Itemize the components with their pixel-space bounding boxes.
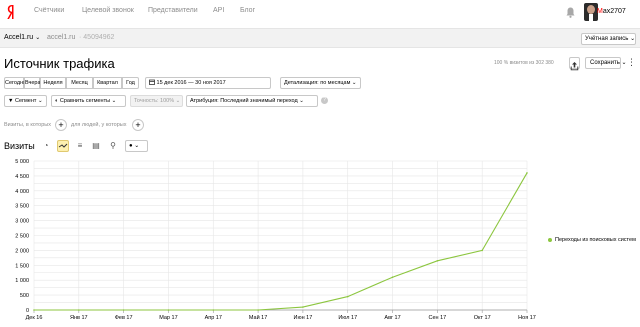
period-month[interactable]: Месяц	[66, 77, 93, 89]
map-pin-icon[interactable]: ⚲	[107, 140, 119, 152]
data-point[interactable]	[391, 276, 394, 279]
data-point[interactable]	[33, 309, 35, 311]
y-tick-label: 0	[26, 308, 29, 314]
y-tick-label: 500	[20, 293, 29, 299]
accuracy-dropdown[interactable]: Точность: 100% ⌄	[130, 95, 183, 107]
y-tick-label: 2 500	[15, 234, 29, 240]
y-tick-label: 1 500	[15, 263, 29, 269]
data-point[interactable]	[78, 309, 80, 311]
x-tick-label: Июл 17	[338, 315, 357, 321]
legend-dot	[548, 237, 552, 242]
nav-link-blog[interactable]: Блог	[240, 7, 255, 14]
compare-segments-button[interactable]: ◐ Сравнить сегменты ⌄	[51, 95, 126, 107]
x-tick-label: Апр 17	[205, 315, 222, 321]
x-tick-label: Сен 17	[429, 315, 447, 321]
data-point[interactable]	[526, 172, 528, 174]
counter-bar: Accel1.ru ⌄ accel1.ru · 45094962 Учётная …	[0, 28, 640, 48]
chevron-down-icon: ⌄	[630, 36, 636, 42]
series-line[interactable]	[34, 172, 528, 311]
y-tick-label: 5 000	[15, 159, 29, 165]
y-tick-label: 3 500	[15, 204, 29, 210]
calendar-icon	[149, 79, 155, 85]
filter-visits-label: Визиты, в которых	[4, 122, 51, 128]
add-people-filter-button[interactable]: +	[132, 119, 144, 131]
line-chart-icon[interactable]	[57, 140, 69, 152]
upload-icon	[570, 62, 579, 71]
stacked-area-icon[interactable]: ≡	[74, 140, 86, 152]
x-tick-label: Ноя 17	[518, 315, 536, 321]
period-yesterday[interactable]: Вчера	[24, 77, 41, 89]
chevron-down-icon: ⌄	[134, 143, 140, 149]
help-icon[interactable]: ?	[321, 97, 328, 104]
nav-link-counters[interactable]: Счётчики	[34, 7, 64, 14]
data-point[interactable]	[212, 309, 215, 311]
compare-icon: ◐	[55, 98, 59, 104]
counter-selector[interactable]: Accel1.ru ⌄	[4, 34, 40, 41]
more-options-icon[interactable]: ⋮	[627, 57, 636, 69]
nav-link-api[interactable]: API	[213, 7, 224, 14]
chevron-down-icon: ⌄	[37, 98, 43, 104]
export-button[interactable]	[569, 57, 580, 71]
filter-people-label: для людей, у которых	[71, 122, 127, 128]
x-tick-label: Мар 17	[159, 315, 177, 321]
visits-line-chart: 0 500 1 000 1 500 2 000 2 500 3 000 3 500 4 000 4…	[15, 159, 536, 321]
x-tick-label: Июн 17	[294, 315, 313, 321]
visits-summary: 100 % визитов из 302 380	[494, 60, 554, 66]
detail-dropdown[interactable]: Детализация: по месяцам ⌄	[280, 77, 361, 89]
bell-icon[interactable]	[566, 7, 575, 18]
data-point[interactable]	[257, 309, 259, 311]
chevron-down-icon: ⌄	[621, 60, 627, 66]
user-avatar[interactable]	[584, 3, 598, 21]
chevron-down-icon: ⌄	[351, 80, 357, 86]
yandex-logo-icon[interactable]	[6, 4, 16, 20]
add-visit-filter-button[interactable]: +	[55, 119, 67, 131]
legend-item[interactable]: Переходы из поисковых систем	[548, 237, 636, 243]
data-point[interactable]	[436, 260, 439, 262]
x-tick-label: Дек 16	[26, 315, 43, 321]
period-quarter[interactable]: Квартал	[93, 77, 122, 89]
data-point[interactable]	[481, 249, 483, 252]
counter-id: · 45094962	[79, 34, 115, 41]
date-range-picker[interactable]: 15 дек 2016 — 30 ноя 2017	[145, 77, 271, 89]
period-year[interactable]: Год	[122, 77, 139, 89]
data-point[interactable]	[167, 309, 170, 311]
chevron-down-icon: ⌄	[35, 35, 41, 41]
chevron-down-icon: ⌄	[299, 98, 304, 104]
x-tick-label: Окт 17	[474, 315, 491, 321]
funnel-icon: ▼	[8, 98, 14, 104]
chevron-down-icon: ⌄	[111, 98, 117, 104]
period-today[interactable]: Сегодня	[4, 77, 26, 89]
x-tick-label: Май 17	[249, 314, 267, 321]
account-button[interactable]: Учётная запись ⌄	[581, 33, 636, 45]
line-graph-icon	[58, 143, 68, 148]
pie-chart-icon[interactable]: ◔	[40, 140, 52, 152]
attribution-dropdown[interactable]: Атрибуция: Последний значимый переход ⌄	[186, 95, 318, 107]
y-tick-label: 1 000	[15, 278, 29, 284]
page-title: Источник трафика	[4, 56, 115, 71]
user-name[interactable]: Max2707	[597, 8, 626, 15]
chart-metric-dropdown[interactable]: ● ⌄	[125, 140, 148, 152]
bar-chart-icon[interactable]: ▤	[90, 140, 102, 152]
x-tick-label: Фев 17	[115, 315, 133, 321]
y-tick-label: 2 000	[15, 248, 29, 254]
x-tick-label: Янв 17	[70, 315, 88, 321]
speech-bubble-icon: ●	[129, 143, 133, 149]
segment-button[interactable]: ▼ Сегмент ⌄	[4, 95, 47, 107]
chevron-down-icon: ⌄	[175, 98, 181, 104]
y-tick-label: 4 000	[15, 189, 29, 195]
save-button[interactable]: Сохранить ⌄	[585, 57, 627, 69]
data-point[interactable]	[302, 306, 304, 308]
chart-title: Визиты	[4, 141, 35, 151]
y-tick-label: 3 000	[15, 219, 29, 225]
data-point[interactable]	[346, 295, 349, 298]
top-navigation: Счётчики Целевой звонок Представители AP…	[0, 0, 640, 26]
period-week[interactable]: Неделя	[40, 77, 66, 89]
nav-link-target-call[interactable]: Целевой звонок	[82, 7, 134, 14]
counter-site: accel1.ru	[47, 34, 76, 41]
data-point[interactable]	[122, 309, 125, 311]
nav-link-representatives[interactable]: Представители	[148, 7, 198, 14]
y-tick-label: 4 500	[15, 174, 29, 180]
x-tick-label: Авг 17	[384, 315, 400, 321]
